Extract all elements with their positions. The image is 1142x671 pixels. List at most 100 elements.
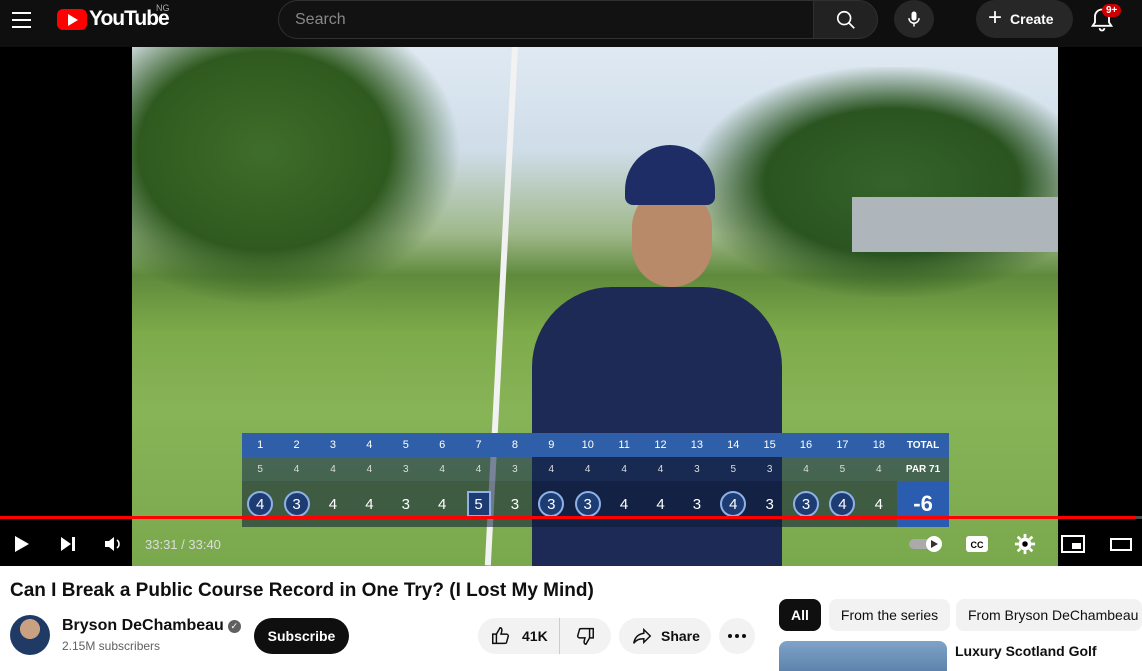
plus-icon: + <box>988 3 1003 31</box>
scoreboard-score-value: 4 <box>838 495 847 513</box>
youtube-play-icon <box>57 8 87 30</box>
more-horizontal-icon <box>728 634 746 638</box>
video-player[interactable]: 1 2 3 4 5 6 7 8 9 10 11 12 13 14 15 16 17 18 TOTAL 5444344… <box>0 47 1142 566</box>
notifications-badge: 9+ <box>1102 4 1122 17</box>
progress-bar-played <box>0 516 1137 519</box>
video-building <box>852 197 1058 252</box>
scoreboard-par-value: 3 <box>766 463 773 475</box>
search-box[interactable] <box>278 0 814 39</box>
scoreboard-score-value: 4 <box>619 495 629 513</box>
channel-name-row[interactable]: Bryson DeChambeau ✓ <box>62 617 241 635</box>
scoreboard-hole-number: 11 <box>618 439 630 451</box>
menu-icon[interactable] <box>10 8 34 32</box>
create-button[interactable]: + Create <box>976 0 1073 38</box>
settings-button[interactable] <box>1010 529 1040 559</box>
chip-all[interactable]: All <box>779 599 821 631</box>
channel-name[interactable]: Bryson DeChambeau <box>62 617 224 634</box>
scoreboard-par-value: 3 <box>512 463 518 475</box>
verified-badge-icon: ✓ <box>227 620 241 633</box>
youtube-logo[interactable]: YouTube <box>57 7 170 30</box>
autoplay-toggle[interactable] <box>907 529 945 559</box>
scoreboard-par-value: 4 <box>548 463 555 475</box>
volume-button[interactable] <box>98 529 128 559</box>
subscriber-count: 2.15M subscribers <box>62 639 161 653</box>
theater-mode-icon <box>1110 538 1132 551</box>
scoreboard-par-value: 4 <box>621 463 627 475</box>
birdie-marker: 3 <box>538 491 565 517</box>
scoreboard-score-value: 4 <box>656 495 665 513</box>
progress-bar[interactable] <box>0 516 1142 519</box>
search-input[interactable] <box>279 1 813 38</box>
scoreboard-hole-number: 7 <box>475 439 482 451</box>
scoreboard-hole-number: 3 <box>329 439 337 451</box>
scoreboard-score-value: 4 <box>328 495 338 513</box>
scoreboard-total-label: TOTAL <box>906 439 940 451</box>
bogey-marker: 5 <box>466 491 491 517</box>
recommendation-thumbnail[interactable] <box>779 641 947 671</box>
scoreboard-hole-number: 15 <box>763 439 776 451</box>
masthead: YouTube NG + Create 9+ <box>0 0 1142 47</box>
scoreboard-score-value: 3 <box>401 495 410 513</box>
chip-from-the-series[interactable]: From the series <box>828 599 951 631</box>
like-button[interactable]: 41K <box>478 618 560 654</box>
scoreboard-score-cell: 4 <box>315 481 351 527</box>
miniplayer-icon <box>1061 535 1085 553</box>
scoreboard-holes-row: 1 2 3 4 5 6 7 8 9 10 11 12 13 14 15 16 17 18 TOTAL <box>242 433 950 457</box>
scoreboard-score-value: 4 <box>365 495 374 513</box>
scoreboard-score-value: 3 <box>692 495 702 513</box>
chip-from-channel[interactable]: From Bryson DeChambeau <box>956 599 1142 631</box>
country-code: NG <box>156 3 170 13</box>
scoreboard-hole-number: 8 <box>511 439 518 451</box>
video-trees-left <box>132 47 462 307</box>
dislike-button[interactable] <box>560 618 610 654</box>
play-icon <box>15 536 29 552</box>
next-button[interactable] <box>53 529 83 559</box>
scoreboard-score-cell: 4 <box>351 481 387 527</box>
play-button[interactable] <box>6 529 36 559</box>
scoreboard-par-value: 4 <box>293 463 300 475</box>
like-dislike-group: 41K <box>478 618 611 654</box>
theater-mode-button[interactable] <box>1106 529 1136 559</box>
scoreboard-hole-number: 4 <box>366 439 373 451</box>
scoreboard-hole-number: 5 <box>402 439 409 451</box>
scoreboard-score-cell: 4 <box>861 481 897 527</box>
scoreboard-overlay: 1 2 3 4 5 6 7 8 9 10 11 12 13 14 15 16 17 18 TOTAL 5444344… <box>242 433 950 527</box>
scoreboard-par-value: 5 <box>257 463 263 475</box>
microphone-icon <box>908 11 920 27</box>
subscribe-button[interactable]: Subscribe <box>254 618 349 654</box>
video-title: Can I Break a Public Course Record in On… <box>10 580 594 601</box>
more-actions-button[interactable] <box>719 618 755 654</box>
scoreboard-par-value: 5 <box>839 463 846 475</box>
birdie-marker: 4 <box>720 491 747 517</box>
scoreboard-par-value: 3 <box>694 463 700 475</box>
channel-avatar[interactable] <box>10 615 50 655</box>
subtitles-button[interactable]: CC <box>962 529 992 559</box>
recommendation-chips: All From the series <box>779 599 951 631</box>
scoreboard-score-value: 4 <box>437 495 447 513</box>
scoreboard-score-cell: 4 <box>242 481 278 527</box>
scoreboard-scores-row: 4 3 4 4 3 4 5 3 3 3 4 4 3 4 3 3 4 4 -6 <box>242 481 950 527</box>
search-button[interactable] <box>813 0 878 39</box>
chip-overflow-clip: From Bryson DeChambeau <box>956 599 1142 631</box>
scoreboard-par-value: 5 <box>730 463 737 475</box>
scoreboard-par-value: 4 <box>330 463 336 475</box>
scoreboard-hole-number: 18 <box>872 439 885 451</box>
scoreboard-hole-number: 17 <box>836 439 849 451</box>
birdie-marker: 4 <box>247 491 274 517</box>
miniplayer-button[interactable] <box>1058 529 1088 559</box>
birdie-marker: 3 <box>793 491 820 517</box>
scoreboard-par-value: 3 <box>402 463 409 475</box>
birdie-marker: 3 <box>283 491 310 517</box>
voice-search-button[interactable] <box>894 0 934 38</box>
scoreboard-score-cell: 4 <box>642 481 678 527</box>
scoreboard-par-value: 4 <box>366 463 373 475</box>
recommendation-title[interactable]: Luxury Scotland Golf <box>955 643 1097 659</box>
scoreboard-hole-number: 9 <box>548 439 555 451</box>
video-trees-right <box>692 67 1058 297</box>
share-button[interactable]: Share <box>619 618 711 654</box>
scoreboard-score-cell: 4 <box>606 481 642 527</box>
scoreboard-score-cell: 3 <box>679 481 715 527</box>
like-count: 41K <box>522 628 548 644</box>
scoreboard-hole-number: 13 <box>690 439 703 451</box>
birdie-marker: 3 <box>574 491 601 517</box>
